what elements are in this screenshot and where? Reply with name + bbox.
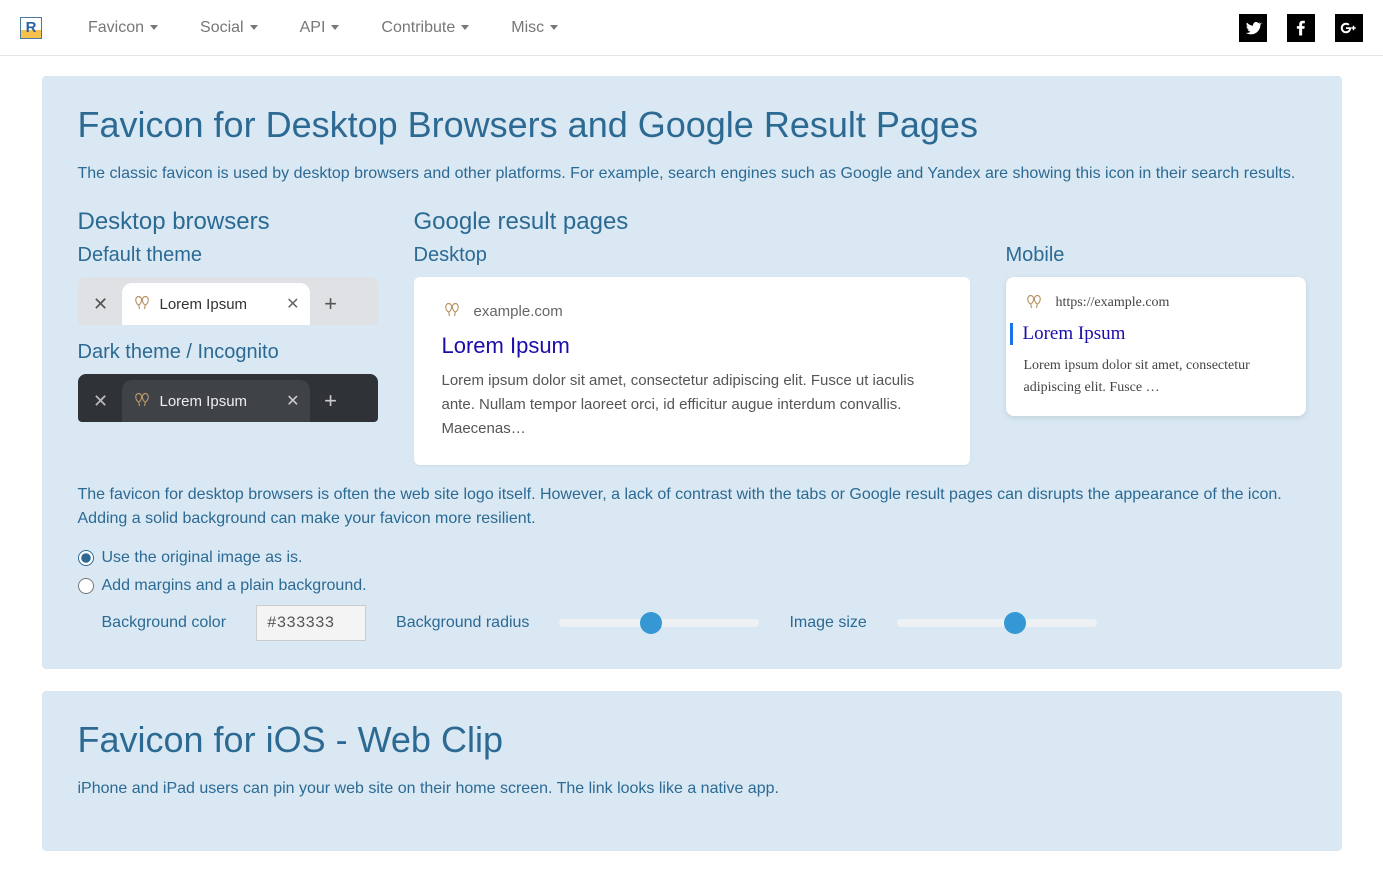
radio-label: Use the original image as is. <box>102 549 303 567</box>
radio-margins[interactable] <box>78 578 94 594</box>
bg-color-input[interactable] <box>256 605 366 641</box>
nav-label: Social <box>200 19 244 37</box>
close-icon[interactable]: ✕ <box>84 382 118 420</box>
background-controls: Background color Background radius Image… <box>102 605 1306 641</box>
nav-label: Favicon <box>88 19 144 37</box>
bg-radius-slider[interactable] <box>559 619 759 627</box>
panel-title: Favicon for iOS - Web Clip <box>78 719 1306 761</box>
facebook-icon[interactable] <box>1287 14 1315 42</box>
navbar-left: R Favicon Social API Contribute Misc <box>20 11 574 45</box>
tab-title: Lorem Ipsum <box>160 393 279 410</box>
browser-tab[interactable]: Lorem Ipsum ✕ <box>122 283 310 325</box>
ios-favicon-panel: Favicon for iOS - Web Clip iPhone and iP… <box>42 691 1342 851</box>
tab-title: Lorem Ipsum <box>160 296 279 313</box>
twitter-icon[interactable] <box>1239 14 1267 42</box>
nav-misc[interactable]: Misc <box>495 11 574 45</box>
google-mobile-column: . Mobile https://example.com Lorem Ipsum… <box>1006 208 1306 465</box>
result-url: https://example.com <box>1056 295 1170 311</box>
logo-icon[interactable]: R <box>20 17 42 39</box>
nav-label: Misc <box>511 19 544 37</box>
bg-color-label: Background color <box>102 614 227 632</box>
panel-description: The classic favicon is used by desktop b… <box>78 162 1306 186</box>
favicon-note: The favicon for desktop browsers is ofte… <box>78 483 1306 531</box>
google-desktop-heading: Desktop <box>414 244 970 267</box>
google-mobile-card: https://example.com Lorem Ipsum Lorem ip… <box>1006 277 1306 416</box>
googleplus-icon[interactable] <box>1335 14 1363 42</box>
image-size-slider[interactable] <box>897 619 1097 627</box>
result-description: Lorem ipsum dolor sit amet, consectetur … <box>442 369 942 441</box>
caret-icon <box>250 25 258 30</box>
favicon-icon <box>1024 293 1044 313</box>
result-url: example.com <box>474 303 563 320</box>
panel-title: Favicon for Desktop Browsers and Google … <box>78 104 1306 146</box>
new-tab-button[interactable]: + <box>314 388 348 414</box>
google-result-card: example.com Lorem Ipsum Lorem ipsum dolo… <box>414 277 970 465</box>
browser-tab[interactable]: Lorem Ipsum ✕ <box>122 380 310 422</box>
image-size-label: Image size <box>789 614 866 632</box>
bg-radius-label: Background radius <box>396 614 529 632</box>
result-title[interactable]: Lorem Ipsum <box>1010 323 1288 345</box>
favicon-icon <box>442 301 462 321</box>
navbar: R Favicon Social API Contribute Misc <box>0 0 1383 56</box>
close-icon[interactable]: ✕ <box>286 391 299 411</box>
caret-icon <box>550 25 558 30</box>
option-margins[interactable]: Add margins and a plain background. <box>78 577 1306 595</box>
result-description: Lorem ipsum dolor sit amet, consectetur … <box>1024 355 1288 400</box>
nav-label: Contribute <box>381 19 455 37</box>
nav-contribute[interactable]: Contribute <box>365 11 485 45</box>
nav-favicon[interactable]: Favicon <box>72 11 174 45</box>
nav-api[interactable]: API <box>284 11 356 45</box>
google-results-column: Google result pages Desktop example.com … <box>414 208 970 465</box>
caret-icon <box>150 25 158 30</box>
default-theme-heading: Default theme <box>78 244 378 267</box>
nav-social[interactable]: Social <box>184 11 274 45</box>
dark-theme-heading: Dark theme / Incognito <box>78 341 378 364</box>
desktop-browsers-heading: Desktop browsers <box>78 208 378 236</box>
browser-tabbar-light: ✕ Lorem Ipsum ✕ + <box>78 277 378 325</box>
google-results-heading: Google result pages <box>414 208 970 236</box>
desktop-browsers-column: Desktop browsers Default theme ✕ Lorem I… <box>78 208 378 465</box>
navbar-right <box>1239 14 1363 42</box>
panel-description: iPhone and iPad users can pin your web s… <box>78 777 1306 801</box>
desktop-favicon-panel: Favicon for Desktop Browsers and Google … <box>42 76 1342 669</box>
close-icon[interactable]: ✕ <box>84 285 118 323</box>
caret-icon <box>461 25 469 30</box>
browser-tabbar-dark: ✕ Lorem Ipsum ✕ + <box>78 374 378 422</box>
option-original[interactable]: Use the original image as is. <box>78 549 1306 567</box>
radio-label: Add margins and a plain background. <box>102 577 367 595</box>
close-icon[interactable]: ✕ <box>286 294 299 314</box>
favicon-icon <box>132 391 152 411</box>
caret-icon <box>331 25 339 30</box>
nav-label: API <box>300 19 326 37</box>
favicon-icon <box>132 294 152 314</box>
new-tab-button[interactable]: + <box>314 291 348 317</box>
radio-original[interactable] <box>78 550 94 566</box>
google-mobile-heading: Mobile <box>1006 244 1306 267</box>
result-title[interactable]: Lorem Ipsum <box>442 333 942 359</box>
preview-row: Desktop browsers Default theme ✕ Lorem I… <box>78 208 1306 465</box>
